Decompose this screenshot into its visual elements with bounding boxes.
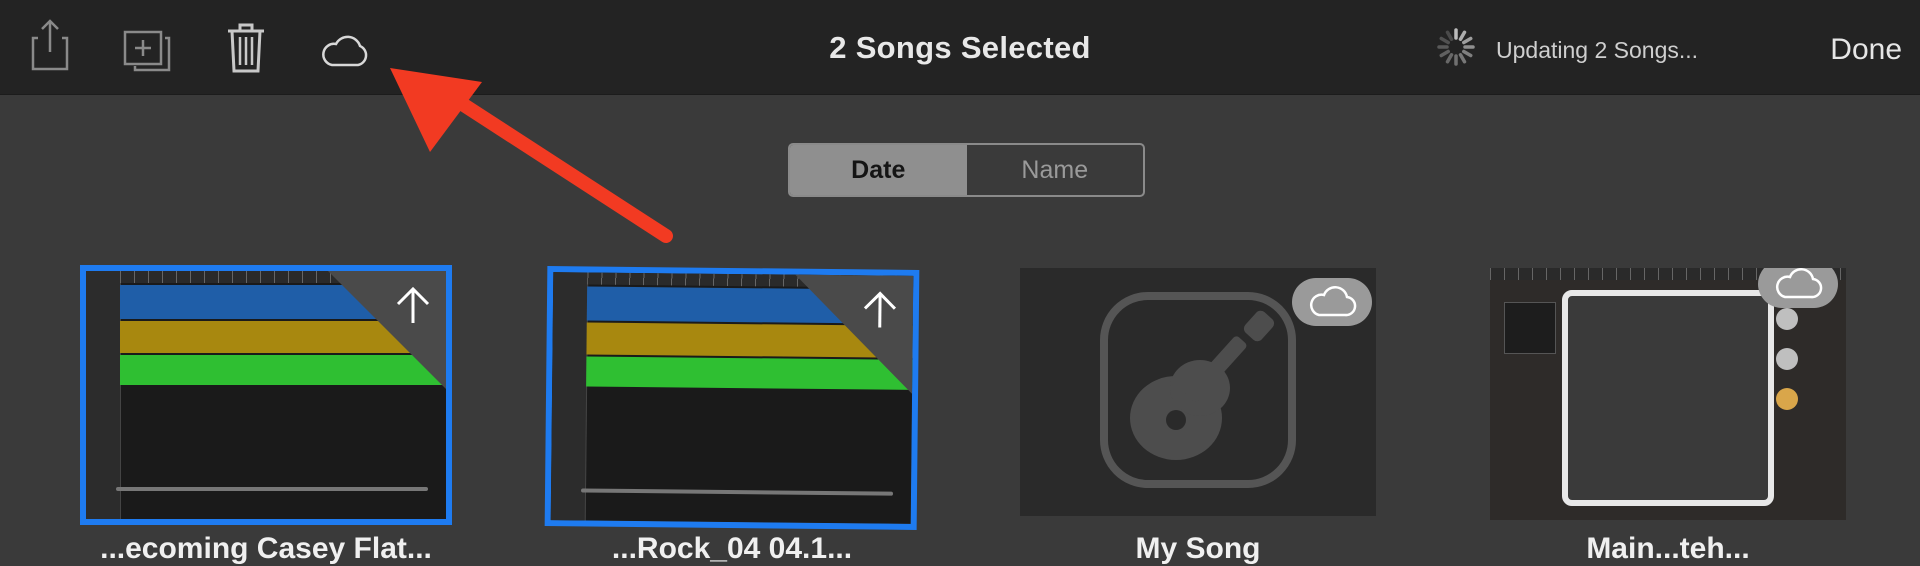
- song-label-2[interactable]: ...Rock_04 04.1...: [546, 532, 918, 566]
- upload-arrow-icon: [859, 289, 901, 336]
- icloud-badge-icon: [1292, 278, 1372, 326]
- knob-column: [1776, 308, 1824, 428]
- song-label-4[interactable]: Main...teh...: [1490, 532, 1846, 566]
- song-card-4[interactable]: [1490, 268, 1846, 520]
- status-text: Updating 2 Songs...: [1496, 37, 1698, 64]
- song-label-1[interactable]: ...ecoming Casey Flat...: [80, 532, 452, 566]
- icloud-badge-icon: [1758, 268, 1838, 308]
- drum-kit-thumbnail: [1504, 302, 1556, 354]
- sort-by-name-button[interactable]: Name: [967, 145, 1144, 195]
- drum-pad: [1562, 290, 1774, 506]
- garageband-guitar-icon: [1098, 290, 1298, 495]
- sync-status: Updating 2 Songs...: [1436, 31, 1698, 69]
- sort-segmented-control: Date Name: [788, 143, 1145, 197]
- activity-spinner-icon: [1436, 27, 1476, 73]
- song-card-1[interactable]: [80, 265, 452, 525]
- upload-arrow-icon: [392, 285, 434, 332]
- top-toolbar: 2 Songs Selected U: [0, 0, 1920, 95]
- song-card-3[interactable]: [1020, 268, 1376, 516]
- sort-by-date-button[interactable]: Date: [790, 145, 967, 195]
- song-label-3[interactable]: My Song: [1020, 532, 1376, 566]
- done-button[interactable]: Done: [1830, 33, 1902, 67]
- annotation-arrow: [380, 60, 680, 255]
- song-card-2[interactable]: [545, 266, 920, 530]
